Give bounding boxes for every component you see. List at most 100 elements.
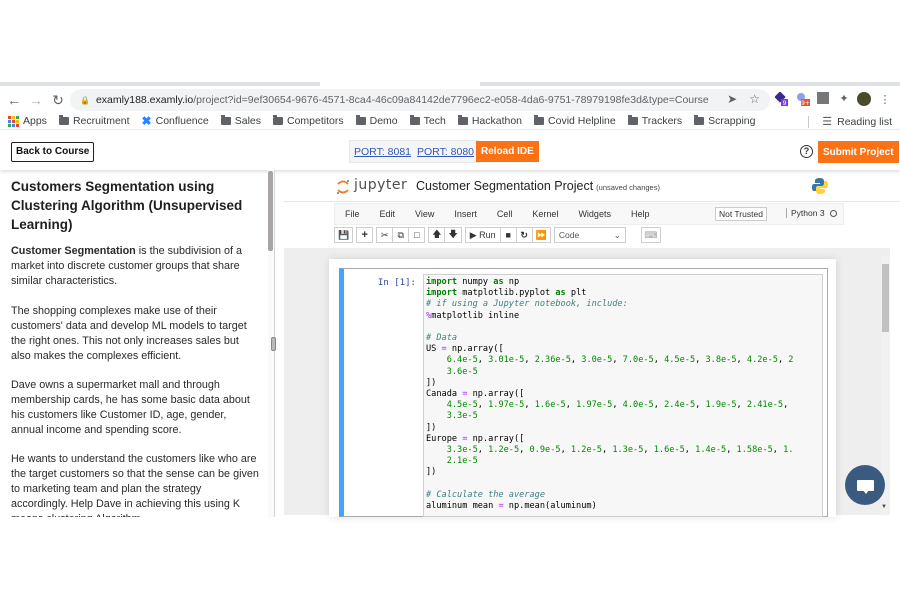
lock-icon: 🔒 (80, 95, 90, 105)
folder-icon (534, 115, 545, 125)
reading-list-icon: ☰ (822, 116, 833, 128)
bookmark-competitors[interactable]: Competitors (273, 115, 344, 127)
copy-icon[interactable]: ⧉ (392, 227, 410, 243)
menu-insert[interactable]: Insert (454, 209, 477, 219)
tab-inactive[interactable] (0, 82, 320, 86)
bookmark-recruitment[interactable]: Recruitment (58, 115, 130, 127)
restart-icon[interactable]: ↻ (515, 227, 533, 243)
app-header: Back to Course PORT: 8081 PORT: 8080 Rel… (0, 133, 900, 170)
project-title: Customers Segmentation using Clustering … (11, 179, 243, 232)
bookmark-tech[interactable]: Tech (409, 115, 446, 127)
bookmark-label: Covid Helpline (548, 115, 616, 127)
url-input[interactable]: 🔒 examly188.examly.io/project?id=9ef3065… (70, 89, 770, 111)
notebook-scrollbar-thumb[interactable] (882, 264, 889, 332)
address-bar-row: ← → ↻ 🔒 examly188.examly.io/project?id=9… (0, 88, 900, 112)
bookmark-star-icon[interactable]: ☆ (749, 92, 760, 106)
folder-icon (694, 115, 705, 125)
menu-file[interactable]: File (345, 209, 360, 219)
bookmark-label: Hackathon (471, 115, 523, 127)
folder-icon (409, 115, 420, 125)
extensions-puzzle-icon[interactable]: ✦ (838, 92, 850, 105)
code-editor[interactable]: import numpy as np import matplotlib.pyp… (423, 274, 823, 517)
bookmark-trackers[interactable]: Trackers (627, 115, 683, 127)
menu-help[interactable]: Help (631, 209, 650, 219)
bookmark-label: Scrapping (708, 115, 756, 127)
notebook-toolbar: 💾 + ✂ ⧉ □ 🡅 🡇 ▶ Run ■ ↻ ⏩ Code ⌄ ⌨ (334, 227, 661, 245)
page: ← → ↻ 🔒 examly188.examly.io/project?id=9… (0, 0, 900, 600)
submit-project-button[interactable]: Submit Project (818, 141, 899, 163)
cell-type-value: Code (558, 230, 580, 240)
port-8080-link[interactable]: PORT: 8080 (417, 146, 474, 158)
chat-bubble-icon (856, 479, 874, 494)
port-8081-link[interactable]: PORT: 8081 (354, 146, 411, 158)
run-button[interactable]: ▶ Run (464, 227, 501, 243)
pane-resize-handle[interactable] (271, 337, 276, 351)
description-paragraph: Customer Segmentation is the subdivision… (11, 244, 261, 289)
kernel-indicator: Python 3 (786, 208, 837, 218)
bookmark-sales[interactable]: Sales (220, 115, 261, 127)
bookmark-scrapping[interactable]: Scrapping (694, 115, 755, 127)
move-up-icon[interactable]: 🡅 (428, 227, 446, 243)
tab-inactive[interactable] (480, 82, 900, 86)
bookmark-confluence[interactable]: ✖ Confluence (142, 114, 209, 128)
save-icon[interactable]: 💾 (334, 227, 354, 243)
add-cell-icon[interactable]: + (356, 227, 374, 243)
description-paragraph: The shopping complexes make use of their… (11, 305, 247, 362)
confluence-icon: ✖ (141, 114, 152, 128)
menu-kernel[interactable]: Kernel (532, 209, 558, 219)
extension-icon[interactable] (817, 92, 829, 104)
bookmark-label: Tech (423, 115, 446, 127)
back-to-course-button[interactable]: Back to Course (11, 142, 95, 162)
reading-list-button[interactable]: ☰ Reading list (808, 113, 892, 130)
profile-avatar[interactable] (857, 92, 871, 106)
paste-icon[interactable]: □ (408, 227, 426, 243)
menu-edit[interactable]: Edit (380, 209, 396, 219)
url-path: /project?id=9ef30654-9676-4571-8ca4-46c0… (193, 94, 709, 106)
fast-forward-icon[interactable]: ⏩ (531, 227, 551, 243)
url-host: examly188.examly.io (95, 94, 194, 106)
cell-type-select[interactable]: Code ⌄ (553, 227, 626, 243)
menu-view[interactable]: View (415, 209, 434, 219)
scroll-down-arrow-icon[interactable]: ▼ (881, 504, 887, 510)
description-scrollbar-thumb[interactable] (268, 171, 273, 251)
cut-icon[interactable]: ✂ (376, 227, 394, 243)
divider (808, 115, 810, 128)
move-down-icon[interactable]: 🡇 (444, 227, 462, 243)
bookmark-label: Sales (234, 115, 261, 127)
jupyter-logo-icon[interactable] (336, 178, 350, 196)
notebook-title[interactable]: Customer Segmentation Project (unsaved ch… (416, 179, 660, 193)
keyboard-icon[interactable]: ⌨ (640, 227, 661, 243)
notebook-name[interactable]: Customer Segmentation Project (416, 179, 593, 193)
menu-kebab-icon[interactable]: ⋮ (880, 92, 891, 106)
reload-icon[interactable]: ↻ (47, 89, 69, 111)
bookmark-label: Apps (23, 115, 47, 127)
bookmark-covid-helpline[interactable]: Covid Helpline (534, 115, 616, 127)
reload-ide-button[interactable]: Reload IDE (476, 141, 539, 162)
send-icon[interactable]: ➤ (727, 92, 737, 106)
folder-icon (220, 115, 231, 125)
bookmark-apps[interactable]: Apps (8, 115, 47, 127)
chat-support-button[interactable] (845, 465, 885, 505)
description-paragraph: He wants to understand the customers lik… (11, 453, 259, 517)
menu-cell[interactable]: Cell (497, 209, 513, 219)
help-icon[interactable]: ? (800, 145, 813, 158)
menu-widgets[interactable]: Widgets (578, 209, 611, 219)
bookmark-hackathon[interactable]: Hackathon (457, 115, 523, 127)
play-icon: ▶ (469, 229, 480, 240)
forward-arrow-icon[interactable]: → (25, 89, 47, 111)
description-paragraph: Dave owns a supermarket mall and through… (11, 379, 250, 436)
bookmarks-bar: Apps Recruitment ✖ Confluence Sales Compe… (0, 113, 900, 130)
code-content: import numpy as np import matplotlib.pyp… (426, 277, 794, 512)
folder-icon (627, 115, 638, 125)
stop-icon[interactable]: ■ (499, 227, 517, 243)
bookmark-label: Trackers (641, 115, 683, 127)
bookmark-label: Confluence (155, 115, 209, 127)
extension-icon[interactable]: 9+ (795, 92, 811, 106)
extension-icon[interactable]: 9 (775, 92, 789, 106)
kernel-idle-icon (829, 210, 837, 217)
jupyter-logo-text: jupyter (354, 177, 408, 193)
bookmark-demo[interactable]: Demo (355, 115, 398, 127)
back-arrow-icon[interactable]: ← (3, 89, 25, 111)
description-pane: Customers Segmentation using Clustering … (0, 170, 270, 517)
not-trusted-button[interactable]: Not Trusted (715, 207, 767, 221)
